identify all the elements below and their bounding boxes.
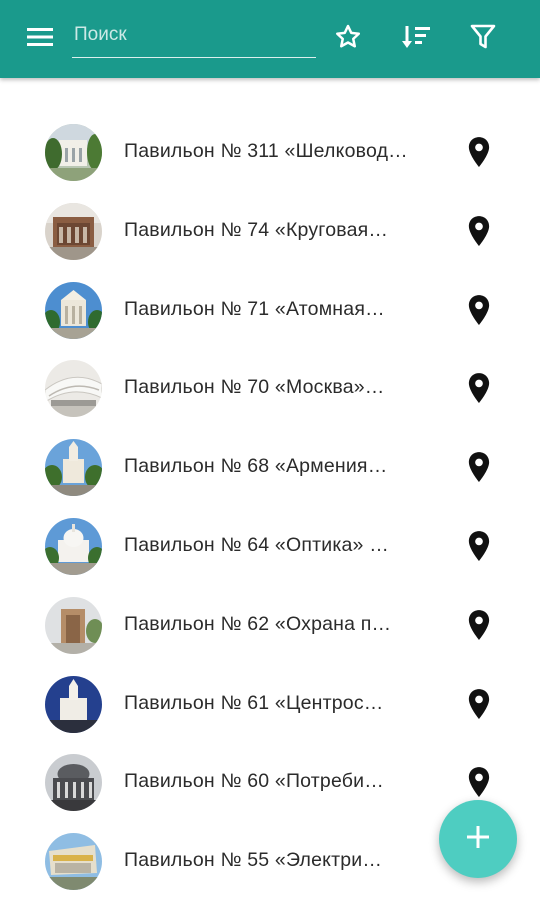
list-item[interactable]: Павильон № 64 «Оптика» … [0,508,540,587]
app-bar [0,0,540,78]
pavilion-title: Павильон № 74 «Круговая… [124,218,389,241]
pavilion-thumbnail [45,754,102,812]
map-pin-icon[interactable] [466,688,492,720]
map-pin-icon[interactable] [466,215,492,247]
pavilion-thumbnail [45,596,102,654]
hamburger-menu-icon [26,26,54,53]
pavilion-thumbnail [45,833,102,891]
list-item[interactable]: Павильон № 311 «Шелковод… [0,114,540,193]
map-pin-icon[interactable] [466,609,492,641]
map-pin-icon[interactable] [466,451,492,483]
list-item[interactable]: Павильон № 74 «Круговая… [0,193,540,272]
search-input[interactable] [72,16,316,54]
map-pin-icon[interactable] [466,372,492,404]
sort-button[interactable] [396,19,436,59]
filter-button[interactable] [463,19,503,59]
pavilion-thumbnail [45,202,102,260]
map-pin-icon[interactable] [466,766,492,798]
pavilion-title: Павильон № 64 «Оптика» … [124,533,389,556]
list-item[interactable]: Павильон № 70 «Москва»… [0,350,540,429]
pavilion-thumbnail [45,360,102,418]
list-item[interactable]: Павильон № 68 «Армения… [0,429,540,508]
pavilion-thumbnail [45,281,102,339]
pavilion-title: Павильон № 68 «Армения… [124,455,388,478]
pavilion-thumbnail [45,675,102,733]
sort-icon [400,23,432,56]
star-outline-icon [333,22,363,57]
pavilion-list: Павильон № 311 «Шелковод… Павильон № 74 … [0,114,540,900]
pavilion-title: Павильон № 61 «Центрос… [124,691,384,714]
pavilion-title: Павильон № 62 «Охрана п… [124,612,392,635]
favorites-button[interactable] [328,19,368,59]
pavilion-title: Павильон № 311 «Шелковод… [124,140,408,162]
pavilion-thumbnail [45,124,102,181]
list-item[interactable]: Павильон № 61 «Центрос… [0,666,540,745]
filter-icon [470,23,496,56]
pavilion-title: Павильон № 55 «Электри… [124,849,383,872]
map-pin-icon[interactable] [466,136,492,168]
map-pin-icon[interactable] [466,530,492,562]
pavilion-thumbnail [45,517,102,575]
list-item[interactable]: Павильон № 62 «Охрана п… [0,587,540,666]
pavilion-title: Павильон № 60 «Потреби… [124,770,384,793]
menu-button[interactable] [20,19,60,59]
pavilion-thumbnail [45,439,102,497]
search-field [72,16,316,58]
plus-icon [465,824,491,855]
map-pin-icon[interactable] [466,294,492,326]
pavilion-title: Павильон № 70 «Москва»… [124,376,385,399]
list-item[interactable]: Павильон № 71 «Атомная… [0,272,540,351]
pavilion-title: Павильон № 71 «Атомная… [124,297,385,320]
add-button[interactable] [439,800,517,878]
